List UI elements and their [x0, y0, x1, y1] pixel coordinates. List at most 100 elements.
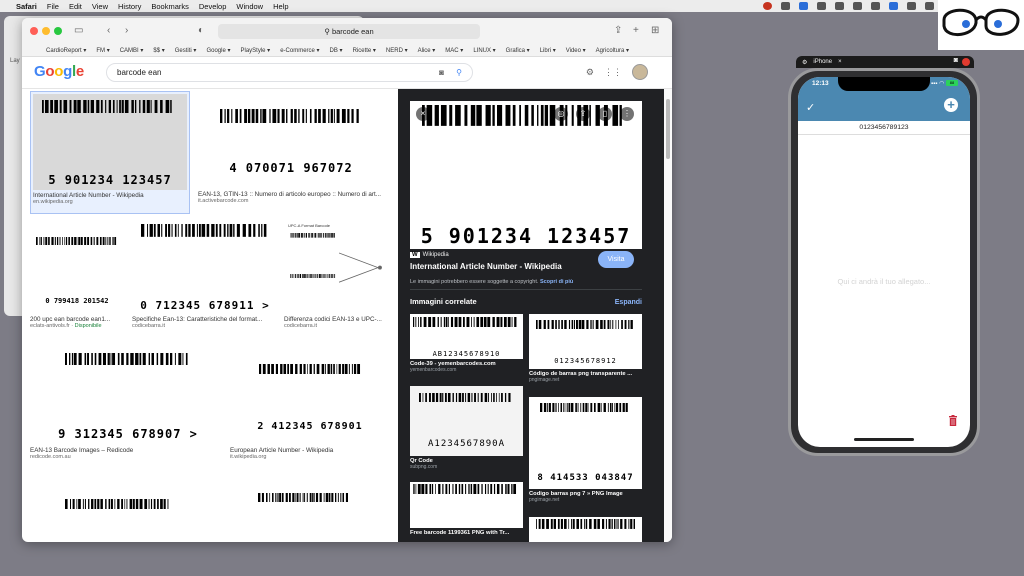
bluetooth-icon[interactable]: [889, 2, 898, 10]
attachment-placeholder: Qui ci andrà il tuo allegato...: [837, 277, 931, 286]
glasses-logo: [938, 0, 1024, 50]
bookmark-item[interactable]: CAMBI ▾: [120, 47, 144, 54]
status-icon[interactable]: [817, 2, 826, 10]
preview-source[interactable]: W Wikipedia: [410, 252, 449, 258]
search-icon[interactable]: ⚲: [456, 64, 462, 81]
status-time: 12:13: [812, 80, 829, 87]
zoom-button[interactable]: [54, 27, 62, 35]
bookmark-item[interactable]: $$ ▾: [153, 47, 164, 54]
phone-screen: 12:13 ▪▪▪ ◠ 88 ✓ + 0123456789123 Qui ci …: [798, 77, 970, 447]
menu-help[interactable]: Help: [273, 2, 288, 11]
status-icon[interactable]: [781, 2, 790, 10]
result-card[interactable]: 9 312345 678907 > EAN-13 Barcode Images …: [30, 351, 226, 471]
bookmark-item[interactable]: e-Commerce ▾: [280, 47, 319, 54]
bookmark-item[interactable]: CardioReport ▾: [46, 47, 86, 54]
related-card[interactable]: A1234567890A Qr Code subpng.com: [410, 386, 523, 470]
add-icon[interactable]: +: [944, 98, 958, 112]
bookmark-item[interactable]: LINUX ▾: [473, 47, 495, 54]
status-icon[interactable]: [853, 2, 862, 10]
menu-edit[interactable]: Edit: [69, 2, 82, 11]
menu-history[interactable]: History: [118, 2, 141, 11]
minimize-button[interactable]: [42, 27, 50, 35]
menu-bookmarks[interactable]: Bookmarks: [151, 2, 189, 11]
bookmark-item[interactable]: MAC ▾: [445, 47, 463, 54]
bookmark-item[interactable]: Ricette ▾: [353, 47, 376, 54]
visit-button[interactable]: Visita: [598, 251, 634, 268]
bookmark-item[interactable]: PlayStyle ▾: [240, 47, 270, 54]
bookmark-item[interactable]: Alice ▾: [418, 47, 436, 54]
dropbox-icon[interactable]: [799, 2, 808, 10]
result-card[interactable]: [216, 479, 390, 542]
bookmark-item[interactable]: Agricoltura ▾: [596, 47, 629, 54]
result-card[interactable]: [30, 479, 206, 542]
bookmark-item[interactable]: Google ▾: [206, 47, 230, 54]
related-card[interactable]: 012345678912 Código de barras png transp…: [529, 314, 642, 383]
related-card[interactable]: Free barcode 1199361 PNG with Tr...: [410, 482, 523, 536]
result-card[interactable]: UPC-A Format Barcode Differenza codici E…: [284, 222, 390, 342]
lens-icon[interactable]: ◎: [554, 107, 568, 121]
menu-window[interactable]: Window: [236, 2, 263, 11]
bookmark-icon[interactable]: ▯: [598, 107, 612, 121]
barcode-value[interactable]: 0123456789123: [798, 121, 970, 135]
status-icon[interactable]: [871, 2, 880, 10]
forward-icon[interactable]: ›: [125, 25, 128, 36]
preview-title[interactable]: International Article Number - Wikipedia: [410, 262, 562, 271]
background-window-label: Lay: [10, 58, 20, 64]
result-card[interactable]: 5 901234 123457 International Article Nu…: [30, 91, 190, 214]
more-icon[interactable]: ⋮: [620, 107, 634, 121]
camera-icon[interactable]: ◙: [954, 57, 958, 64]
bookmark-item[interactable]: Video ▾: [566, 47, 586, 54]
share-icon[interactable]: ⇪: [576, 107, 590, 121]
scrollbar-thumb[interactable]: [666, 99, 670, 159]
share-icon[interactable]: ⇪: [614, 25, 622, 36]
avatar[interactable]: [632, 64, 648, 80]
record-icon[interactable]: [763, 2, 772, 10]
barcode-bars: [535, 319, 633, 330]
search-input[interactable]: barcode ean ◙ ⚲: [106, 63, 473, 82]
address-bar[interactable]: ⚲ barcode ean: [218, 24, 480, 39]
apps-icon[interactable]: ⋮⋮: [604, 67, 622, 78]
close-icon[interactable]: ×: [838, 59, 842, 65]
related-card[interactable]: [529, 517, 642, 542]
wifi-icon[interactable]: [907, 2, 916, 10]
expand-link[interactable]: Espandi: [615, 299, 642, 306]
tab-overview-icon[interactable]: ⊞: [651, 25, 659, 36]
battery-icon[interactable]: [925, 2, 934, 10]
back-arrow-icon[interactable]: ✓: [806, 101, 815, 114]
result-card[interactable]: 4 070071 967072 EAN-13, GTIN-13 :: Numer…: [198, 91, 384, 214]
new-tab-icon[interactable]: +: [633, 25, 639, 36]
bookmark-item[interactable]: Gestiti ▾: [175, 47, 197, 54]
related-card[interactable]: 8 414533 043847 Codigo barras png 7 » PN…: [529, 397, 642, 503]
learn-more-link[interactable]: Scopri di più: [540, 279, 573, 285]
trash-icon[interactable]: [948, 415, 958, 426]
bookmark-item[interactable]: NERD ▾: [386, 47, 408, 54]
back-icon[interactable]: ‹: [107, 25, 110, 36]
result-card[interactable]: 0 712345 678911 > Specifiche Ean-13: Car…: [132, 222, 278, 342]
gear-icon[interactable]: ⚙: [586, 67, 594, 78]
gear-icon[interactable]: ⚙: [802, 59, 807, 66]
related-card[interactable]: AB12345678910 Code-39 - yemenbarcodes.co…: [410, 314, 523, 373]
record-button[interactable]: [962, 58, 970, 66]
bookmark-item[interactable]: Libri ▾: [540, 47, 556, 54]
close-icon[interactable]: ×: [416, 107, 430, 121]
google-logo[interactable]: Google: [34, 63, 84, 80]
result-title: International Article Number - Wikipedia: [33, 192, 144, 199]
result-card[interactable]: 0 799418 201542 200 upc ean barcode ean1…: [30, 222, 124, 342]
camera-icon[interactable]: ◙: [439, 64, 444, 81]
shield-icon[interactable]: ◐: [198, 25, 204, 36]
menu-safari[interactable]: Safari: [16, 2, 37, 11]
sidebar-icon[interactable]: ▭: [74, 25, 83, 36]
bookmark-item[interactable]: FM ▾: [96, 47, 109, 54]
scrollbar[interactable]: [664, 89, 672, 542]
menu-view[interactable]: View: [92, 2, 108, 11]
preview-image[interactable]: 5 901234 123457: [410, 101, 642, 249]
status-icon[interactable]: [835, 2, 844, 10]
result-card[interactable]: 2 412345 678901 European Article Number …: [230, 351, 390, 471]
bookmark-item[interactable]: Grafica ▾: [506, 47, 530, 54]
home-indicator[interactable]: [854, 438, 914, 441]
menu-develop[interactable]: Develop: [199, 2, 227, 11]
result-source: redicode.com.au: [30, 454, 71, 460]
close-button[interactable]: [30, 27, 38, 35]
menu-file[interactable]: File: [47, 2, 59, 11]
bookmark-item[interactable]: DB ▾: [330, 47, 343, 54]
